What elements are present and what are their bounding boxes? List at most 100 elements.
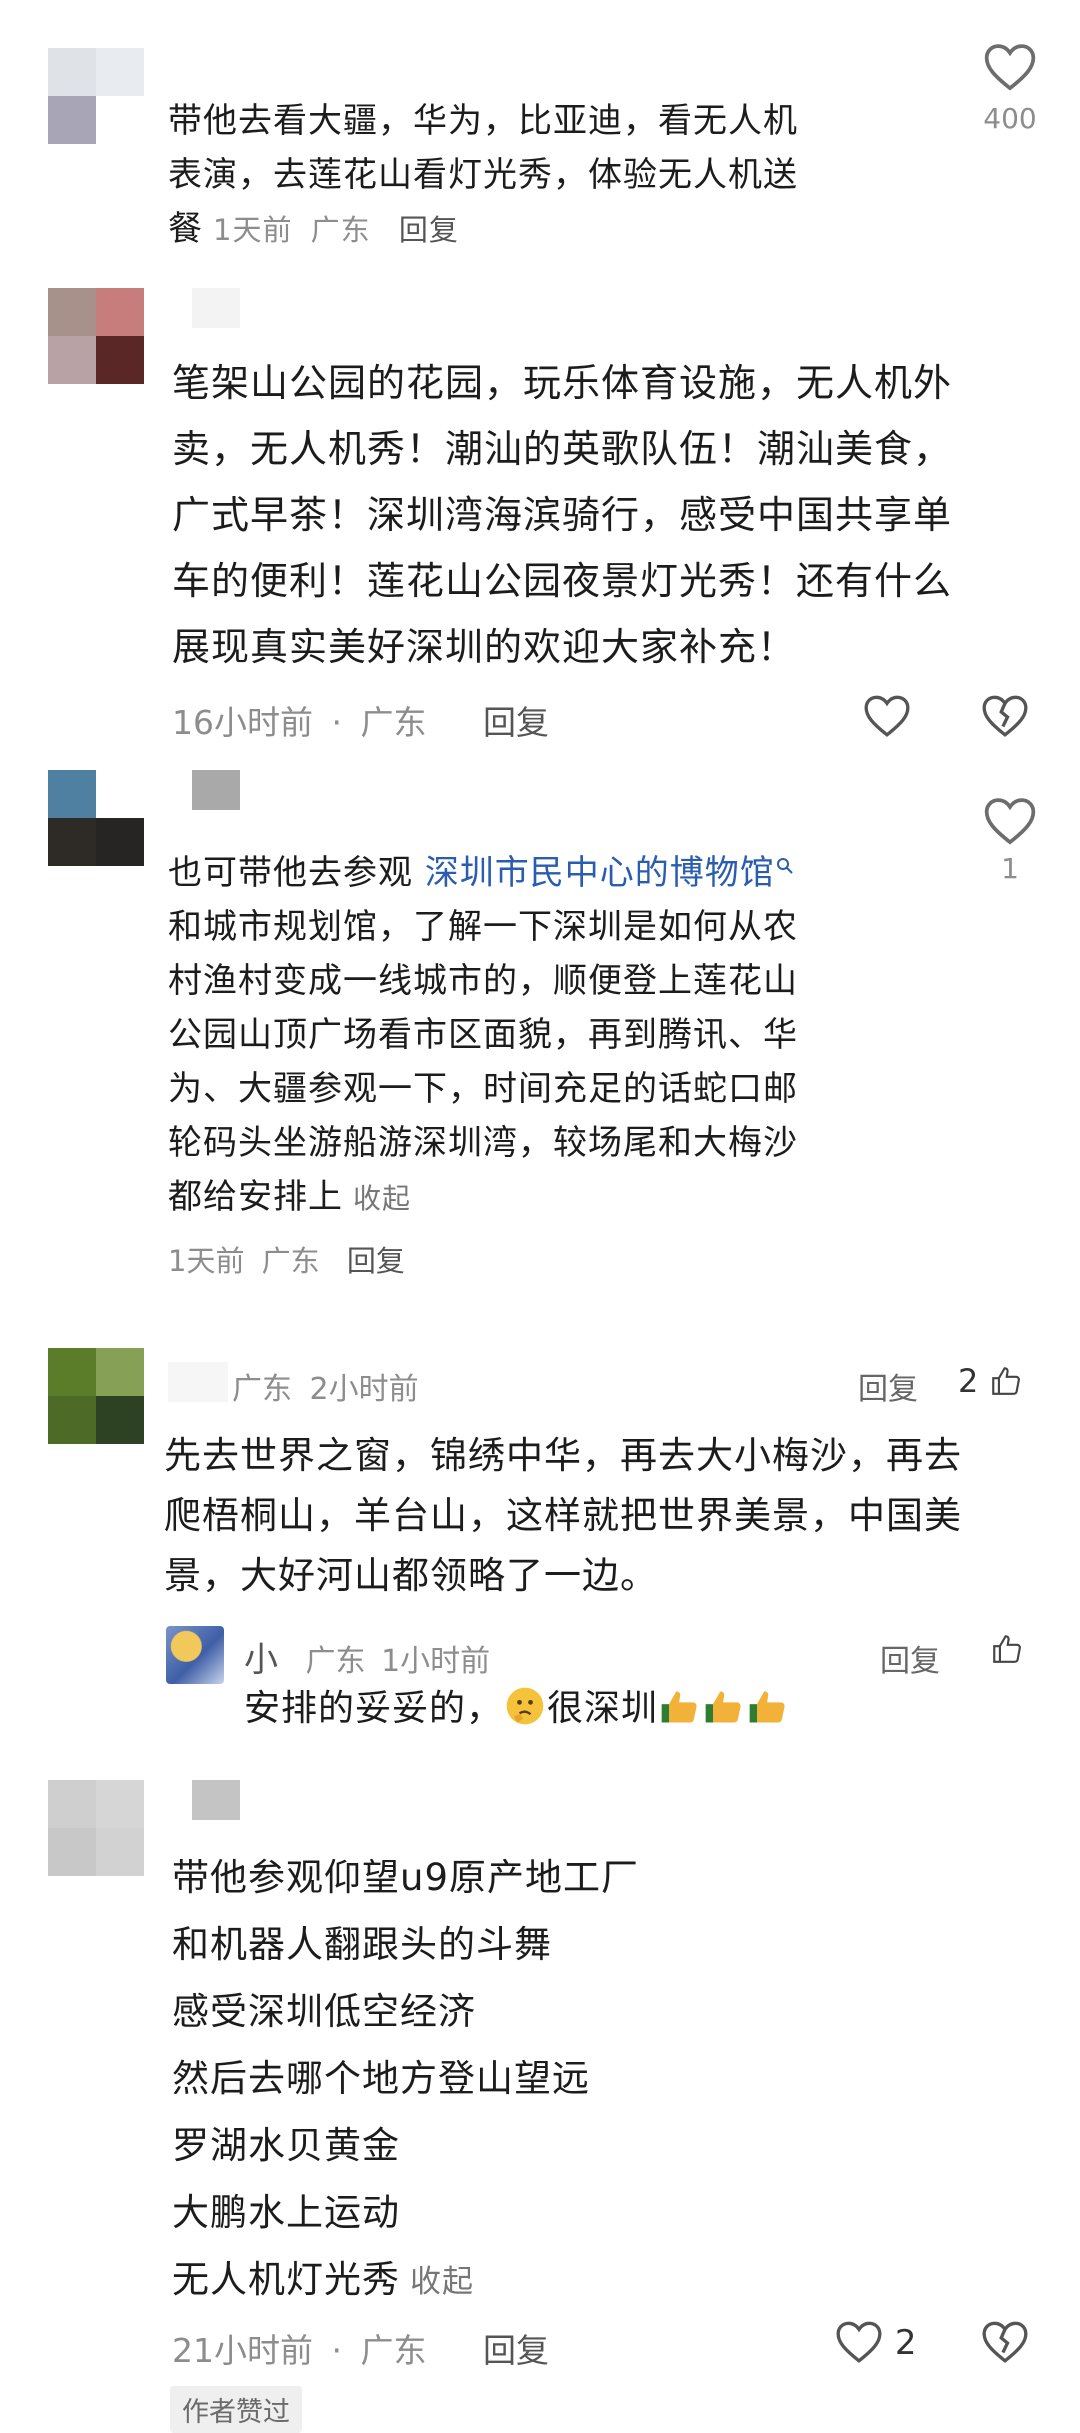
comment-1: 带他去看大疆，华为，比亚迪，看无人机 表演，去莲花山看灯光秀，体验无人机送 餐 … [0,0,1080,270]
avatar[interactable] [48,770,144,866]
reply-location: 广东 [305,1644,366,1679]
like-group[interactable]: 2 [958,1362,1023,1400]
comment-line: 无人机灯光秀 收起 [172,2246,639,2316]
comment-line: 公园山顶广场看市区面貌，再到腾讯、华 [168,1015,798,1055]
comment-line: 展现真实美好深圳的欢迎大家补充！ [172,625,797,669]
comment-line: 景，大好河山都领略了一边。 [164,1554,658,1597]
avatar-pixel [48,288,96,336]
avatar-pixel [96,1348,144,1396]
like-group[interactable]: 2 [834,2318,916,2364]
avatar-pixel [96,1828,144,1876]
broken-heart-icon[interactable] [980,2318,1030,2364]
comment-line: 也可带他去参观 深圳市民中心的博物馆 [168,846,798,900]
thumbs-up-icon [991,1367,1020,1395]
comment-line-end: 无人机灯光秀 [172,2258,400,2301]
comment-line: 罗湖水贝黄金 [172,2124,400,2167]
comment-meta: 广东 2小时前 [232,1364,419,1408]
comment-text: 先去世界之窗，锦绣中华，再去大小梅沙，再去 爬梧桐山，羊台山，这样就把世界美景，… [164,1426,962,1606]
heart-icon [836,2321,882,2363]
comment-time: 2小时前 [309,1372,419,1407]
like-column: 400 [970,40,1050,135]
comment-line: 笔架山公园的花园，玩乐体育设施，无人机外 [172,361,953,405]
username-blurred[interactable] [192,770,240,810]
comment-text: 也可带他去参观 深圳市民中心的博物馆 和城市规划馆，了解一下深圳是如何从农 村渔… [168,846,798,1226]
search-link-text: 深圳市民中心的博物馆 [424,853,775,893]
like-column: 1 [970,794,1050,885]
comment-line: 为、大疆参观一下，时间充足的话蛇口邮 [168,1069,798,1109]
comment-line: 都给安排上 收起 [168,1170,798,1226]
avatar-pixel [96,288,144,336]
reply-button[interactable]: 回复 [858,1364,918,1408]
thinking-face-icon [506,1687,544,1725]
like-count: 1 [1001,852,1019,885]
reply-button[interactable]: 回复 [399,213,459,247]
collapse-button[interactable]: 收起 [353,1182,411,1215]
comment-time: 1天前 [213,213,293,247]
reply-text-start: 安排的妥妥的， [244,1688,504,1729]
nested-reply: 小 广东 1小时前 回复 安排的妥妥的， 很深圳 [0,1626,1080,1746]
avatar[interactable] [48,48,144,144]
comment-line-end: 餐 [168,209,203,249]
comment-meta: 1天前 广东 回复 [213,203,459,257]
comment-text: 笔架山公园的花园，玩乐体育设施，无人机外 卖，无人机秀！潮汕的英歌队伍！潮汕美食… [172,350,952,680]
avatar[interactable] [48,1348,144,1444]
search-link[interactable]: 深圳市民中心的博物馆 [425,853,795,893]
comment-line: 然后去哪个地方登山望远 [172,2057,590,2100]
avatar-pixel [96,818,144,866]
username-blurred[interactable] [168,1362,228,1402]
comment-3: 也可带他去参观 深圳市民中心的博物馆 和城市规划馆，了解一下深圳是如何从农 村渔… [0,760,1080,1330]
avatar-pixel [48,770,96,818]
username-blurred[interactable] [192,1780,240,1820]
search-icon [776,858,793,874]
comment-line: 和城市规划馆，了解一下深圳是如何从农 [168,907,798,947]
comment-line: 餐 1天前 广东 回复 [168,202,798,257]
avatar-pixel [48,1828,96,1876]
meta-separator: · [331,2331,343,2370]
collapse-button[interactable]: 收起 [410,2264,474,2300]
comment-meta: 21小时前 · 广东 回复 [172,2324,549,2372]
comment-line: 感受深圳低空经济 [172,1990,476,2033]
comment-text: 带他参观仰望u9原产地工厂 和机器人翻跟头的斗舞 感受深圳低空经济 然后去哪个地… [172,1844,639,2316]
comment-time: 16小时前 [172,703,313,742]
like-count: 2 [894,2323,917,2363]
comment-location: 广东 [232,1372,292,1407]
comment-line: 和机器人翻跟头的斗舞 [172,1923,552,1966]
avatar-pixel [96,1780,144,1828]
reply-button[interactable]: 回复 [483,703,549,742]
comment-line: 村渔村变成一线城市的，顺便登上莲花山 [168,961,798,1001]
reply-time: 1小时前 [381,1644,491,1679]
reply-header: 小 广东 1小时前 [244,1632,490,1681]
avatar-pixel [48,336,96,384]
reply-text-end: 很深圳 [547,1688,659,1729]
thumbs-up-icon[interactable] [990,1632,1024,1666]
avatar-pixel [96,96,144,144]
comment-location: 广东 [310,213,371,247]
avatar[interactable] [48,288,144,384]
heart-icon[interactable] [982,794,1038,846]
avatar-pixel [48,96,96,144]
avatar-pixel [48,1396,96,1444]
avatar[interactable] [48,1780,144,1876]
reply-button[interactable]: 回复 [347,1244,405,1278]
comment-line-end: 都给安排上 [168,1177,343,1217]
comment-location: 广东 [360,2331,427,2370]
author-liked-badge: 作者赞过 [170,2386,302,2433]
comment-line: 大鹏水上运动 [172,2191,400,2234]
avatar-pixel [48,1348,96,1396]
comment-line: 带他参观仰望u9原产地工厂 [172,1856,639,1899]
username-blurred[interactable] [192,288,240,328]
reply-username[interactable]: 小 [244,1640,278,1680]
avatar-pixel [96,48,144,96]
avatar[interactable] [166,1626,224,1684]
thumbs-up-emoji-icon [661,1691,697,1723]
broken-heart-icon[interactable] [980,692,1030,738]
thumbs-up-emoji-icon [749,1691,785,1723]
reply-text: 安排的妥妥的， 很深圳 [244,1684,790,1734]
reply-button[interactable]: 回复 [483,2331,549,2370]
reply-button[interactable]: 回复 [880,1636,940,1680]
comment-line: 先去世界之窗，锦绣中华，再去大小梅沙，再去 [164,1434,962,1477]
avatar-pixel [48,48,96,96]
comment-meta: 1天前 广东 回复 [168,1238,405,1280]
heart-icon[interactable] [982,40,1038,92]
heart-icon[interactable] [862,692,912,738]
